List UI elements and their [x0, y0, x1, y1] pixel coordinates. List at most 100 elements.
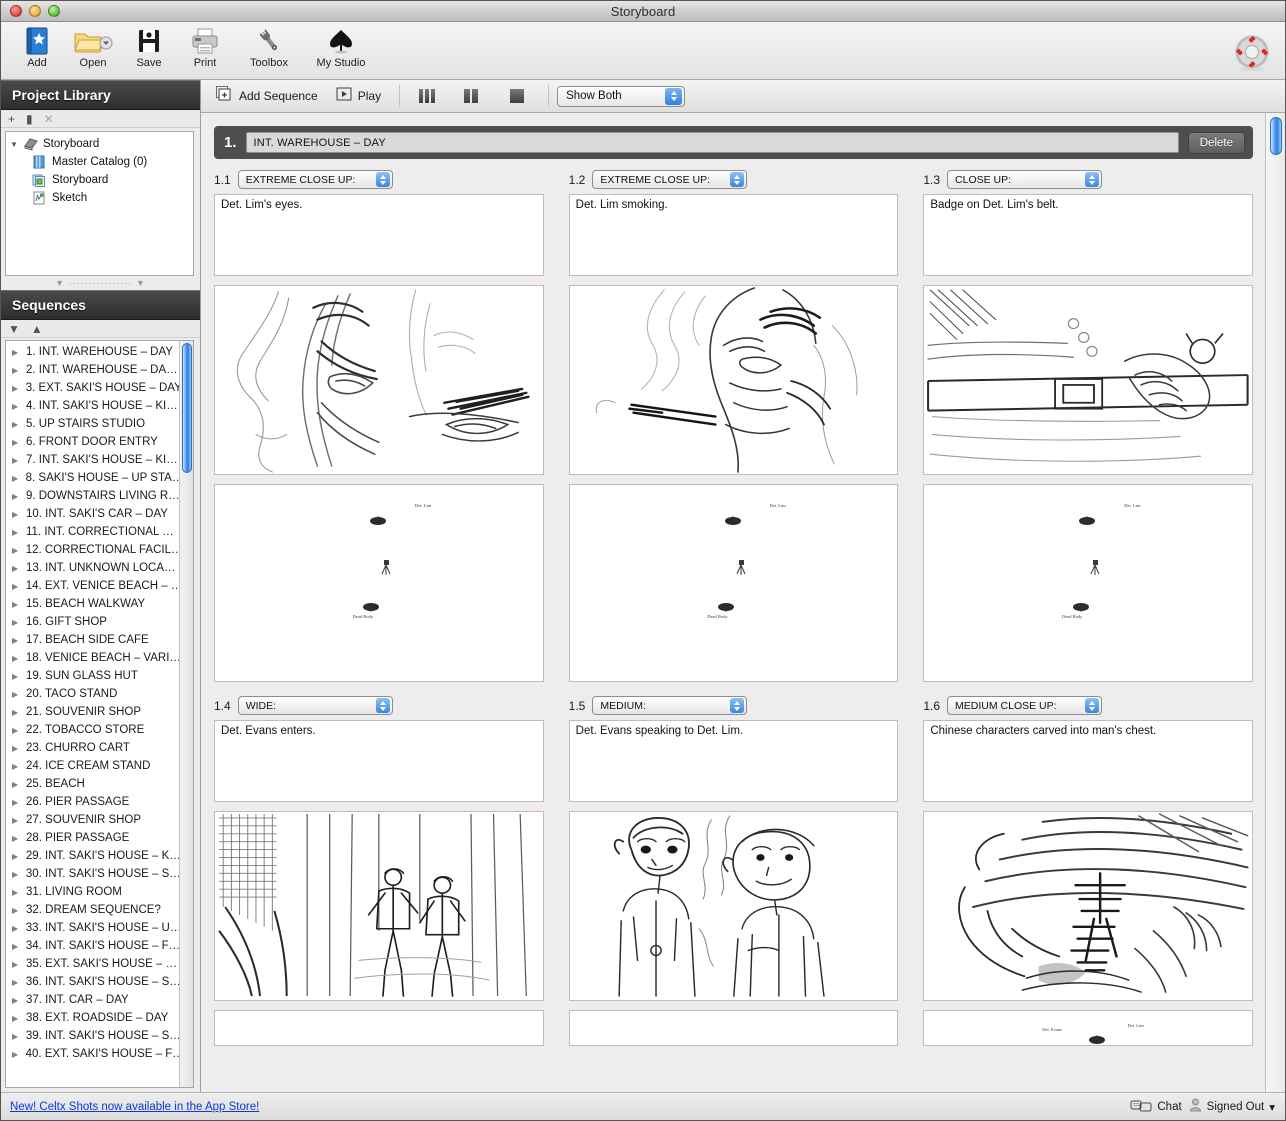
shot-type-select[interactable]: MEDIUM CLOSE UP:: [947, 696, 1103, 715]
sequence-list-item[interactable]: ▶ 11. INT. CORRECTIONAL …: [6, 523, 179, 541]
shot-type-select[interactable]: CLOSE UP:: [947, 170, 1103, 189]
caret-down-icon[interactable]: ▾: [1269, 1100, 1275, 1114]
sequence-list-item[interactable]: ▶ 31. LIVING ROOM: [6, 883, 179, 901]
disclosure-triangle-icon[interactable]: ▶: [12, 510, 26, 519]
sequence-list-item[interactable]: ▶ 14. EXT. VENICE BEACH – …: [6, 577, 179, 595]
shot-description[interactable]: Chinese characters carved into man's che…: [923, 720, 1254, 802]
disclosure-triangle-icon[interactable]: ▶: [12, 852, 26, 861]
shot-description[interactable]: Det. Lim smoking.: [568, 194, 899, 276]
chevron-up-icon[interactable]: ▲: [31, 323, 43, 335]
tree-item-master-catalog[interactable]: Master Catalog (0): [6, 153, 193, 171]
two-column-view-button[interactable]: [458, 86, 484, 106]
scrollbar-thumb[interactable]: [182, 343, 192, 473]
disclosure-triangle-icon[interactable]: ▶: [12, 384, 26, 393]
show-mode-select[interactable]: Show Both: [557, 85, 686, 107]
disclosure-triangle-icon[interactable]: ▶: [12, 780, 26, 789]
scrollbar-thumb[interactable]: [1270, 117, 1282, 155]
shot-description[interactable]: Det. Evans enters.: [214, 720, 544, 802]
sequence-list-item[interactable]: ▶ 21. SOUVENIR SHOP: [6, 703, 179, 721]
shot-floorplan[interactable]: [214, 1010, 544, 1046]
panel-splitter[interactable]: ▼ ················ ▼: [1, 276, 200, 290]
disclosure-triangle-icon[interactable]: ▶: [12, 870, 26, 879]
sequence-list-item[interactable]: ▶ 36. INT. SAKI'S HOUSE – S…: [6, 973, 179, 991]
sequence-list-item[interactable]: ▶ 26. PIER PASSAGE: [6, 793, 179, 811]
disclosure-triangle-icon[interactable]: ▶: [12, 942, 26, 951]
sequence-list-item[interactable]: ▶ 29. INT. SAKI'S HOUSE – K…: [6, 847, 179, 865]
disclosure-triangle-icon[interactable]: ▶: [12, 402, 26, 411]
disclosure-triangle-icon[interactable]: ▶: [12, 996, 26, 1005]
disclosure-triangle-icon[interactable]: ▶: [12, 438, 26, 447]
tree-item-sketch[interactable]: Sketch: [6, 189, 193, 207]
shot-type-select[interactable]: EXTREME CLOSE UP:: [592, 170, 748, 189]
add-sequence-button[interactable]: Add Sequence: [213, 85, 328, 108]
chat-button[interactable]: Chat: [1130, 1099, 1182, 1115]
shot-type-select[interactable]: MEDIUM:: [592, 696, 748, 715]
sequence-list-item[interactable]: ▶ 22. TOBACCO STORE: [6, 721, 179, 739]
disclosure-triangle-icon[interactable]: ▶: [12, 924, 26, 933]
shot-sketch-image[interactable]: [214, 811, 544, 1001]
sequence-list-item[interactable]: ▶ 1. INT. WAREHOUSE – DAY: [6, 343, 179, 361]
sequence-list-item[interactable]: ▶ 6. FRONT DOOR ENTRY: [6, 433, 179, 451]
disclosure-triangle-icon[interactable]: ▶: [12, 1050, 26, 1059]
disclosure-triangle-icon[interactable]: ▶: [12, 816, 26, 825]
stepper-arrows-icon[interactable]: [730, 698, 745, 713]
shot-floorplan[interactable]: Det. Lim Dead Body: [568, 484, 899, 682]
chevron-down-icon[interactable]: ▼: [8, 323, 20, 335]
disclosure-triangle-icon[interactable]: ▶: [12, 690, 26, 699]
disclosure-triangle-icon[interactable]: ▶: [12, 672, 26, 681]
sequence-title-input[interactable]: INT. WAREHOUSE – DAY: [245, 132, 1179, 153]
sequence-list-item[interactable]: ▶ 18. VENICE BEACH – VARI…: [6, 649, 179, 667]
shot-type-select[interactable]: WIDE:: [237, 696, 393, 715]
toolbar-button-toolbox[interactable]: Toolbox: [233, 22, 305, 69]
sequence-list-item[interactable]: ▶ 23. CHURRO CART: [6, 739, 179, 757]
app-store-promo-link[interactable]: New! Celtx Shots now available in the Ap…: [10, 1101, 259, 1113]
tree-item-storyboard-root[interactable]: ▼ Storyboard: [6, 135, 193, 153]
sequence-list-item[interactable]: ▶ 3. EXT. SAKI'S HOUSE – DAY: [6, 379, 179, 397]
sequence-list-item[interactable]: ▶ 24. ICE CREAM STAND: [6, 757, 179, 775]
shot-sketch-image[interactable]: [568, 285, 899, 475]
sequence-list-item[interactable]: ▶ 9. DOWNSTAIRS LIVING R…: [6, 487, 179, 505]
disclosure-triangle-icon[interactable]: ▶: [12, 492, 26, 501]
stepper-arrows-icon[interactable]: [375, 698, 390, 713]
sequence-list-item[interactable]: ▶ 38. EXT. ROADSIDE – DAY: [6, 1009, 179, 1027]
disclosure-triangle-icon[interactable]: ▶: [12, 600, 26, 609]
disclosure-triangle-icon[interactable]: ▶: [12, 978, 26, 987]
disclosure-triangle-icon[interactable]: ▶: [12, 636, 26, 645]
one-column-view-button[interactable]: [504, 86, 530, 106]
sequence-list-item[interactable]: ▶ 28. PIER PASSAGE: [6, 829, 179, 847]
disclosure-triangle-icon[interactable]: ▶: [12, 582, 26, 591]
disclosure-triangle-icon[interactable]: ▶: [12, 618, 26, 627]
disclosure-triangle-icon[interactable]: ▶: [12, 798, 26, 807]
plus-icon[interactable]: +: [8, 113, 15, 125]
sequence-list-item[interactable]: ▶ 2. INT. WAREHOUSE – DA…: [6, 361, 179, 379]
sequence-list-scrollbar[interactable]: [179, 341, 193, 1087]
sequence-list-item[interactable]: ▶ 8. SAKI'S HOUSE – UP STA…: [6, 469, 179, 487]
disclosure-triangle-icon[interactable]: ▶: [12, 1032, 26, 1041]
sequence-list-item[interactable]: ▶ 10. INT. SAKI'S CAR – DAY: [6, 505, 179, 523]
shot-floorplan[interactable]: Det. Lim Dead Body: [923, 484, 1254, 682]
shot-floorplan[interactable]: Det. Lim Dead Body: [214, 484, 544, 682]
sequence-list-item[interactable]: ▶ 35. EXT. SAKI'S HOUSE – …: [6, 955, 179, 973]
shot-description[interactable]: Det. Lim's eyes.: [214, 194, 544, 276]
stepper-arrows-icon[interactable]: [665, 87, 683, 105]
shot-floorplan[interactable]: [568, 1010, 899, 1046]
life-preserver-icon[interactable]: [1231, 34, 1273, 79]
disclosure-triangle-icon[interactable]: ▶: [12, 456, 26, 465]
toolbar-button-save[interactable]: Save: [121, 22, 177, 69]
canvas-scrollbar[interactable]: [1265, 113, 1285, 1092]
disclosure-triangle-icon[interactable]: ▶: [12, 762, 26, 771]
sequence-list-item[interactable]: ▶ 27. SOUVENIR SHOP: [6, 811, 179, 829]
disclosure-triangle-icon[interactable]: ▶: [12, 546, 26, 555]
close-icon[interactable]: ✕: [44, 113, 54, 125]
sequence-list-item[interactable]: ▶ 33. INT. SAKI'S HOUSE – U…: [6, 919, 179, 937]
toolbar-button-open[interactable]: Open: [65, 22, 121, 69]
disclosure-triangle-icon[interactable]: ▶: [12, 348, 26, 357]
sequence-list-item[interactable]: ▶ 15. BEACH WALKWAY: [6, 595, 179, 613]
disclosure-triangle-icon[interactable]: ▶: [12, 564, 26, 573]
disclosure-triangle-icon[interactable]: ▶: [12, 708, 26, 717]
sequence-list-item[interactable]: ▶ 13. INT. UNKNOWN LOCA…: [6, 559, 179, 577]
sequence-list-item[interactable]: ▶ 19. SUN GLASS HUT: [6, 667, 179, 685]
stepper-arrows-icon[interactable]: [1085, 698, 1100, 713]
sequence-list-item[interactable]: ▶ 34. INT. SAKI'S HOUSE – F…: [6, 937, 179, 955]
disclosure-triangle-icon[interactable]: ▶: [12, 726, 26, 735]
